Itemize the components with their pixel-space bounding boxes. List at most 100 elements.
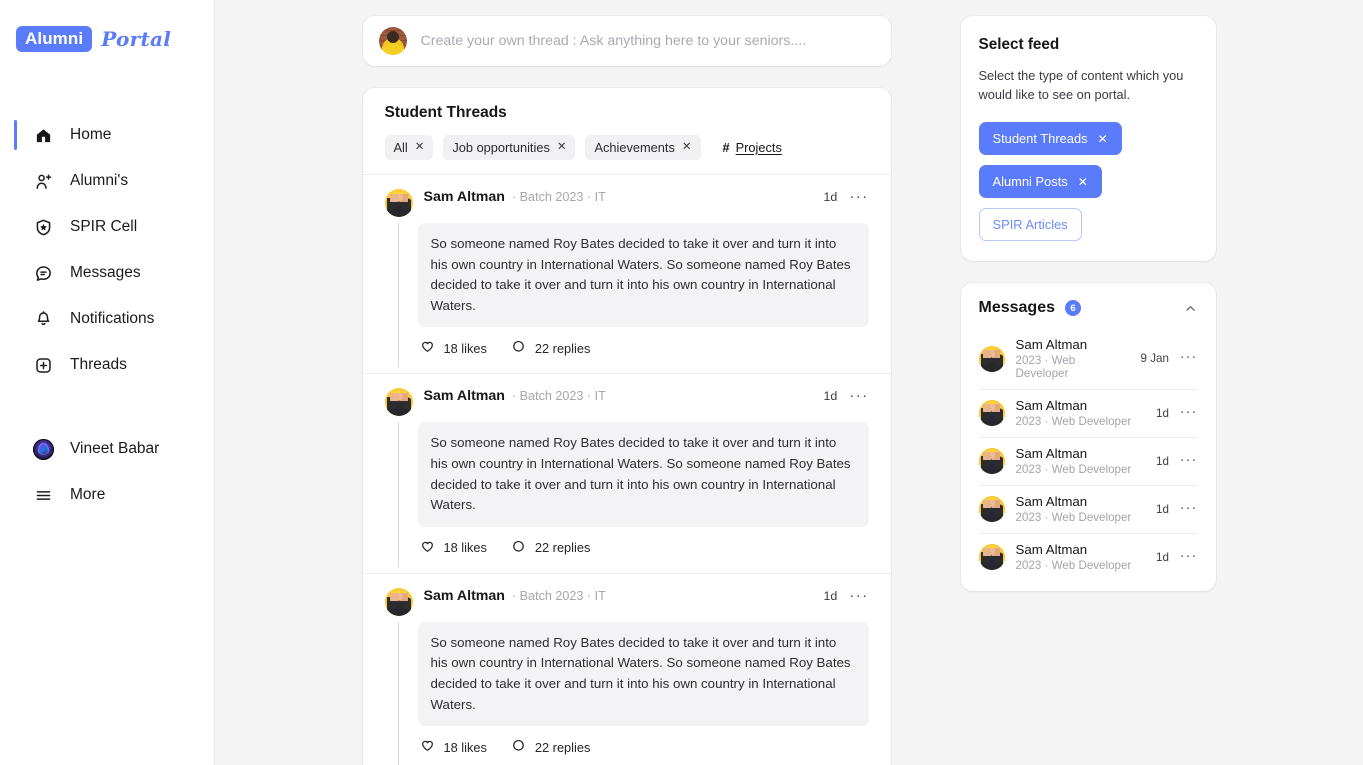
sidebar-item-label: Home [70, 126, 112, 143]
post-header: Sam Altman · Batch 2023 · IT 1d ··· [384, 189, 869, 217]
app-root: Alumni Portal Home Alumni's SPIR Cell Me… [0, 0, 1363, 765]
close-icon[interactable]: ✕ [557, 141, 567, 154]
close-icon[interactable]: ✕ [1098, 132, 1108, 146]
post-author[interactable]: Sam Altman [424, 189, 505, 205]
message-options-icon[interactable]: ··· [1180, 548, 1198, 562]
feed-option-spir-articles[interactable]: SPIR Articles [978, 208, 1082, 242]
thread-rail [397, 223, 399, 368]
post-timestamp: 1d [823, 389, 838, 404]
filter-chip[interactable]: Achievements ✕ [585, 135, 701, 160]
sidebar-item-alumnis[interactable]: Alumni's [0, 158, 214, 204]
sidebar-user-label: Vineet Babar [70, 440, 160, 457]
chevron-up-icon[interactable] [1183, 301, 1198, 316]
message-options-icon[interactable]: ··· [1180, 349, 1198, 363]
avatar [978, 448, 1005, 475]
message-subtitle: 2023 · Web Developer [1015, 415, 1132, 429]
post-timestamp: 1d [823, 190, 838, 204]
avatar [978, 496, 1005, 523]
post-actions: 18 likes 22 replies [420, 539, 869, 557]
list-item[interactable]: Sam Altman 2023 · Web Developer 9 Jan ··… [978, 329, 1198, 389]
student-threads-header: Student Threads All ✕ Job opportunities … [363, 88, 891, 174]
like-count: 18 likes [443, 340, 487, 356]
message-info: Sam Altman 2023 · Web Developer [1016, 542, 1146, 572]
post-timestamp: 1d [823, 588, 838, 603]
filter-chip[interactable]: Job opportunities ✕ [443, 135, 576, 160]
brand-badge: Alumni [16, 26, 93, 52]
close-icon[interactable]: ✕ [1078, 175, 1088, 189]
sidebar-item-more[interactable]: More [0, 472, 214, 518]
heart-icon [420, 539, 435, 557]
avatar[interactable] [384, 388, 413, 417]
select-feed-options: Student Threads ✕ Alumni Posts ✕ SPIR Ar… [978, 122, 1198, 242]
like-count: 18 likes [443, 739, 487, 755]
sidebar-item-spir-cell[interactable]: SPIR Cell [0, 204, 214, 250]
filter-chip-label: Achievements [594, 140, 675, 155]
thread-composer[interactable] [362, 16, 891, 66]
create-thread-input[interactable] [420, 33, 875, 49]
feed-option-student-threads[interactable]: Student Threads ✕ [978, 122, 1122, 156]
post-author[interactable]: Sam Altman [424, 588, 505, 604]
heart-icon [420, 738, 435, 756]
sidebar-item-label: Alumni's [70, 172, 129, 189]
avatar [378, 27, 407, 55]
post-actions: 18 likes 22 replies [420, 339, 869, 357]
message-meta: 9 Jan ··· [1141, 349, 1198, 365]
message-options-icon[interactable]: ··· [1180, 404, 1198, 418]
like-button[interactable]: 18 likes [420, 738, 487, 756]
thread-post: Sam Altman · Batch 2023 · IT 1d ··· So s… [363, 175, 891, 373]
sidebar-item-user-profile[interactable]: Vineet Babar [0, 426, 214, 472]
post-options-icon[interactable]: ··· [849, 388, 868, 403]
avatar [978, 400, 1005, 427]
post-header-text: Sam Altman · Batch 2023 · IT 1d ··· [424, 388, 869, 404]
post-body: So someone named Roy Bates decided to ta… [385, 422, 869, 567]
hash-icon: # [722, 140, 730, 155]
post-header: Sam Altman · Batch 2023 · IT 1d ··· [384, 388, 869, 417]
sidebar-item-messages[interactable]: Messages [0, 250, 214, 296]
like-button[interactable]: 18 likes [420, 339, 487, 357]
feed-option-label: Student Threads [992, 131, 1088, 147]
reply-button[interactable]: 22 replies [511, 339, 591, 357]
close-icon[interactable]: ✕ [415, 141, 425, 154]
heart-icon [420, 339, 435, 357]
filter-chip[interactable]: All ✕ [384, 135, 434, 160]
select-feed-title: Select feed [978, 36, 1060, 53]
post-options-icon[interactable]: ··· [849, 588, 868, 603]
post-author[interactable]: Sam Altman [424, 388, 505, 404]
list-item[interactable]: Sam Altman 2023 · Web Developer 1d ··· [978, 389, 1198, 437]
reply-count: 22 replies [534, 340, 591, 356]
list-item[interactable]: Sam Altman 2023 · Web Developer 1d ··· [978, 485, 1198, 533]
post-actions: 18 likes 22 replies [420, 738, 869, 756]
sidebar-item-notifications[interactable]: Notifications [0, 296, 214, 342]
post-text: So someone named Roy Bates decided to ta… [417, 621, 869, 727]
post-content: So someone named Roy Bates decided to ta… [417, 621, 869, 765]
hashtag-filter-projects[interactable]: # Projects [711, 135, 784, 160]
close-icon[interactable]: ✕ [682, 141, 692, 154]
reply-button[interactable]: 22 replies [511, 738, 590, 756]
messages-panel: Messages 6 Sam Altman 2023 · Web Develop… [960, 283, 1216, 592]
feed-option-alumni-posts[interactable]: Alumni Posts ✕ [978, 165, 1102, 199]
post-header: Sam Altman · Batch 2023 · IT 1d ··· [384, 587, 869, 616]
sidebar-item-home[interactable]: Home [0, 112, 214, 158]
message-options-icon[interactable]: ··· [1180, 500, 1198, 514]
reply-button[interactable]: 22 replies [511, 539, 590, 557]
brand-logo[interactable]: Alumni Portal [0, 22, 214, 56]
list-item[interactable]: Sam Altman 2023 · Web Developer 1d ··· [978, 437, 1198, 485]
post-content: So someone named Roy Bates decided to ta… [417, 223, 869, 367]
sidebar-item-label: Threads [70, 356, 127, 373]
filter-chip-label: Job opportunities [452, 140, 550, 155]
comment-icon [511, 539, 526, 557]
post-author-meta: · Batch 2023 · IT [511, 190, 606, 204]
message-sender: Sam Altman [1015, 446, 1088, 462]
message-info: Sam Altman 2023 · Web Developer [1016, 446, 1146, 476]
like-button[interactable]: 18 likes [420, 539, 487, 557]
message-options-icon[interactable]: ··· [1180, 452, 1198, 466]
sidebar-item-threads[interactable]: Threads [0, 342, 214, 388]
brand-script: Portal [101, 27, 172, 51]
message-subtitle: 2023 · Web Developer [1015, 463, 1132, 477]
post-options-icon[interactable]: ··· [849, 189, 868, 204]
avatar[interactable] [384, 189, 413, 217]
avatar[interactable] [384, 587, 413, 616]
comment-icon [511, 738, 526, 756]
message-sender: Sam Altman [1015, 494, 1088, 510]
list-item[interactable]: Sam Altman 2023 · Web Developer 1d ··· [978, 533, 1198, 581]
